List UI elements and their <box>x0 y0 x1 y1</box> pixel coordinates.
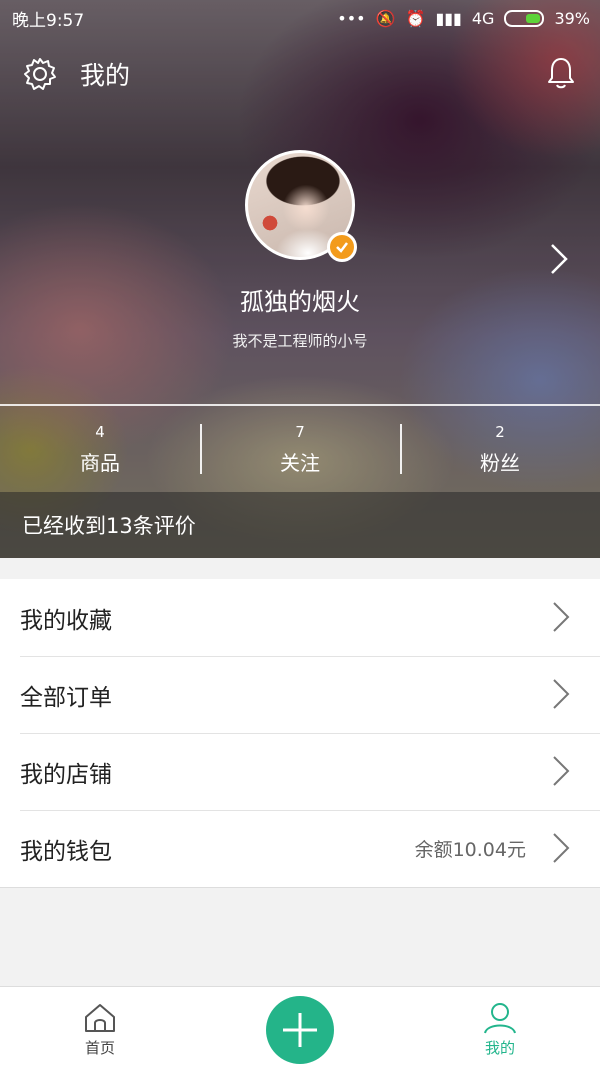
tab-home[interactable]: 首页 <box>60 1001 140 1058</box>
status-time: 晚上9:57 <box>12 10 85 31</box>
menu-list: 我的收藏 全部订单 我的店铺 我的钱包 余额10.04元 <box>0 579 600 888</box>
menu-item-label: 我的收藏 <box>20 607 112 634</box>
chevron-right-icon <box>553 756 570 786</box>
add-button[interactable] <box>266 996 334 1064</box>
top-bar: 我的 <box>0 48 600 100</box>
user-icon <box>484 1003 516 1034</box>
menu-item-orders[interactable]: 全部订单 <box>0 656 600 733</box>
chevron-right-icon[interactable] <box>548 242 570 276</box>
stat-count: 4 <box>95 422 105 441</box>
reviews-banner[interactable]: 已经收到13条评价 <box>0 492 600 558</box>
tab-home-label: 首页 <box>84 1039 115 1057</box>
nickname: 孤独的烟火 <box>240 288 360 316</box>
plus-icon <box>283 1013 317 1047</box>
stat-label: 关注 <box>280 450 320 475</box>
menu-item-label: 全部订单 <box>20 684 112 711</box>
stat-following[interactable]: 7 关注 <box>200 406 400 492</box>
alarm-icon: ⏰ <box>405 8 426 28</box>
chevron-right-icon <box>553 679 570 709</box>
tab-me[interactable]: 我的 <box>460 1001 540 1058</box>
page-title: 我的 <box>80 61 131 90</box>
home-icon <box>85 1004 115 1032</box>
menu-item-wallet[interactable]: 我的钱包 余额10.04元 <box>0 810 600 887</box>
menu-item-label: 我的钱包 <box>20 838 112 865</box>
menu-item-favorites[interactable]: 我的收藏 <box>0 579 600 656</box>
network-type: 4G <box>471 8 495 28</box>
stat-count: 2 <box>495 422 505 441</box>
menu-item-label: 我的店铺 <box>20 761 112 788</box>
menu-item-shop[interactable]: 我的店铺 <box>0 733 600 810</box>
chevron-right-icon <box>553 833 570 863</box>
tab-me-label: 我的 <box>484 1039 515 1057</box>
stat-label: 商品 <box>80 450 120 475</box>
reviews-text: 已经收到13条评价 <box>22 514 196 538</box>
stat-label: 粉丝 <box>480 450 520 475</box>
wallet-balance: 余额10.04元 <box>414 839 526 861</box>
stat-count: 7 <box>295 422 305 441</box>
gear-icon[interactable] <box>22 56 58 92</box>
battery-percent: 39% <box>554 8 590 28</box>
verified-badge-icon <box>327 232 357 262</box>
status-icons: ••• 🔕 ⏰ ▮▮▮ 4G 39% <box>337 9 590 28</box>
stat-fans[interactable]: 2 粉丝 <box>400 406 600 492</box>
stat-products[interactable]: 4 商品 <box>0 406 200 492</box>
chevron-right-icon <box>553 602 570 632</box>
battery-icon <box>504 9 545 27</box>
signature: 我不是工程师的小号 <box>232 332 368 350</box>
stats-bar: 4 商品 7 关注 2 粉丝 <box>0 406 600 492</box>
more-dots-icon: ••• <box>337 8 366 28</box>
signal-icon: ▮▮▮ <box>435 8 462 28</box>
status-bar: 晚上9:57 ••• 🔕 ⏰ ▮▮▮ 4G 39% <box>0 0 600 36</box>
mute-icon: 🔕 <box>375 8 396 28</box>
bell-icon[interactable] <box>546 56 576 90</box>
